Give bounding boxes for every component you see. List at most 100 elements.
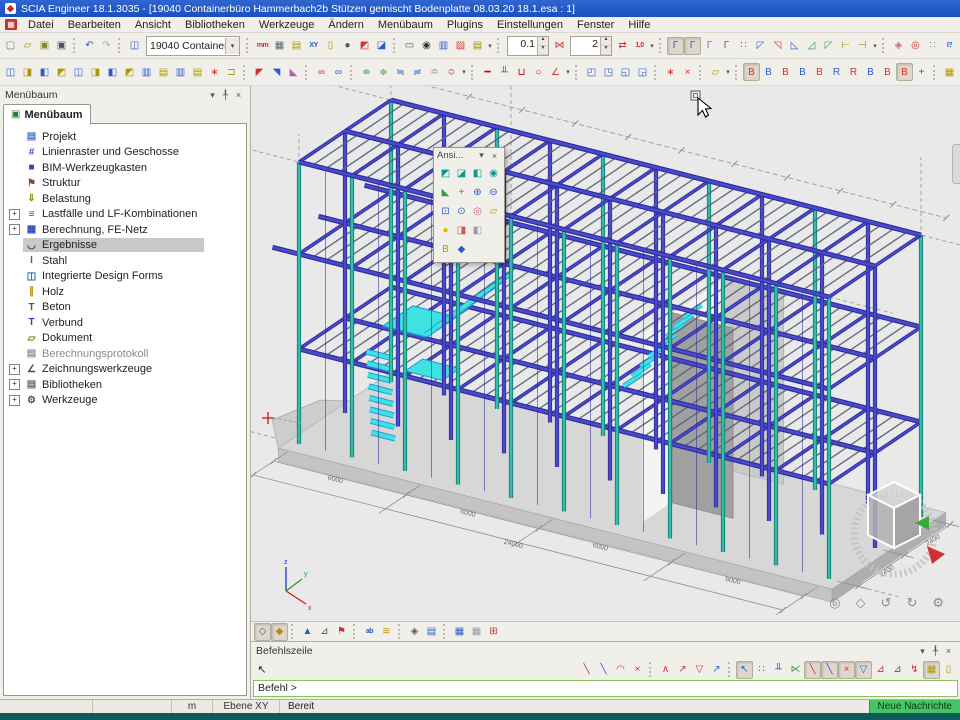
nav-cube-views-icon[interactable]: ◇: [856, 595, 866, 611]
labels-flag-icon[interactable]: ⚑: [333, 623, 350, 641]
snap-vector-icon[interactable]: ↗: [708, 661, 725, 679]
tree-verbund[interactable]: TVerbund: [4, 315, 246, 331]
member-column-1-icon[interactable]: ◫: [2, 63, 19, 81]
member-recognizer-3-icon[interactable]: ◺: [786, 37, 803, 55]
tree-stahl[interactable]: IStahl: [4, 253, 246, 269]
zoom-out-icon[interactable]: ⊖: [485, 184, 502, 201]
menu-ansicht[interactable]: Ansicht: [128, 17, 178, 32]
tab-menubaum[interactable]: ▣ Menübaum: [3, 104, 91, 125]
member-beam-3-icon[interactable]: ◧: [104, 63, 121, 81]
cursor-snap-settings-icon[interactable]: ↖: [736, 661, 753, 679]
group-tool-5-icon[interactable]: ≏: [426, 63, 443, 81]
render-doc-1-icon[interactable]: ▦: [941, 63, 958, 81]
screenshot-icon[interactable]: ◉: [418, 37, 435, 55]
rib-tool-10-icon[interactable]: Β: [896, 63, 913, 81]
open-view-icon[interactable]: ▱: [485, 203, 502, 220]
menu-werkzeuge[interactable]: Werkzeuge: [252, 17, 321, 32]
tree-expander-icon[interactable]: +: [9, 364, 20, 375]
section-info-icon[interactable]: I?: [941, 37, 958, 55]
undo-icon[interactable]: ↶: [81, 37, 98, 55]
tree-linienraster[interactable]: #Linienraster und Geschosse: [4, 145, 246, 161]
snap-angle-icon[interactable]: ∧: [657, 661, 674, 679]
tree-struktur[interactable]: ⚑Struktur: [4, 176, 246, 192]
snap-tangent-icon[interactable]: ↗: [674, 661, 691, 679]
tree-ergebnisse[interactable]: ◡Ergebnisse: [4, 238, 246, 254]
document-preview-icon[interactable]: ▥: [435, 37, 452, 55]
walk-mode-icon[interactable]: +: [453, 184, 470, 201]
toolbar-dropdown-icon[interactable]: ▾: [871, 42, 879, 50]
clipboard-icon[interactable]: ▯: [322, 37, 339, 55]
rib-tool-1-icon[interactable]: Β: [743, 63, 760, 81]
view-front-icon[interactable]: ◪: [453, 165, 470, 182]
beam-profile-icon[interactable]: ⊐: [223, 63, 240, 81]
dimension-labels-icon[interactable]: ab: [361, 623, 378, 641]
hinge-tool-icon[interactable]: ⊔: [513, 63, 530, 81]
member-plate-4-icon[interactable]: ▤: [189, 63, 206, 81]
member-column-4-icon[interactable]: ◩: [53, 63, 70, 81]
spin-down-icon[interactable]: ▼: [538, 46, 548, 55]
member-plate-2-icon[interactable]: ▤: [155, 63, 172, 81]
zoom-in-icon[interactable]: ⊕: [469, 184, 486, 201]
table-input-icon[interactable]: ◪: [373, 37, 390, 55]
clip-box-off-icon[interactable]: ◧: [469, 222, 486, 239]
surface-paint-icon[interactable]: ≋: [378, 623, 395, 641]
coord-info-icon[interactable]: XY: [305, 37, 322, 55]
tree-holz[interactable]: ∥Holz: [4, 284, 246, 300]
cmd-pin-icon[interactable]: ╀: [929, 646, 942, 657]
folder-export-icon[interactable]: ▱: [707, 63, 724, 81]
wall-corner-2-icon[interactable]: Γ: [684, 37, 701, 55]
copy-add-3-icon[interactable]: ◱: [617, 63, 634, 81]
member-recognizer-4-icon[interactable]: ◿: [803, 37, 820, 55]
rendered-mode-icon[interactable]: ◆: [271, 623, 288, 641]
menu-datei[interactable]: Datei: [21, 17, 61, 32]
project-manager-icon[interactable]: ◫: [126, 37, 143, 55]
light-toggle-icon[interactable]: ●: [437, 222, 454, 239]
calculator-icon[interactable]: ▤: [288, 37, 305, 55]
wall-dots-icon[interactable]: ∷: [735, 37, 752, 55]
solid-mode-icon[interactable]: ◇: [254, 623, 271, 641]
member-plate-1-icon[interactable]: ▥: [138, 63, 155, 81]
menu-ndern[interactable]: Ändern: [321, 17, 370, 32]
cut-tool-icon[interactable]: ×: [679, 63, 696, 81]
view-panel-menu-icon[interactable]: ▾: [475, 150, 488, 161]
nav-settings-icon[interactable]: ⚙: [932, 595, 944, 611]
tree-bim-werkzeugkasten[interactable]: ■BIM-Werkzeugkasten: [4, 160, 246, 176]
units-toggle-icon[interactable]: mm: [254, 37, 271, 55]
ortho-mode-1-icon[interactable]: ⊿: [872, 661, 889, 679]
panel-menu-icon[interactable]: ▾: [206, 90, 219, 101]
connect-members-2-icon[interactable]: ◥: [268, 63, 285, 81]
plane-cell[interactable]: Ebene XY: [213, 700, 280, 713]
tree-expander-icon[interactable]: +: [9, 224, 20, 235]
menu-hilfe[interactable]: Hilfe: [621, 17, 657, 32]
project-selector[interactable]: 19040 Containerbü▾: [146, 36, 240, 56]
view-top-icon[interactable]: ◩: [437, 165, 454, 182]
render-window-1-icon[interactable]: ▦: [451, 623, 468, 641]
dialog-windows-icon[interactable]: ◩: [356, 37, 373, 55]
tree-expander-icon[interactable]: +: [9, 379, 20, 390]
collapsed-panel-handle[interactable]: [952, 144, 960, 184]
checker-axo-icon[interactable]: ◈: [406, 623, 423, 641]
mdi-child-icon[interactable]: ▦: [5, 19, 17, 30]
copy-add-2-icon[interactable]: ◳: [600, 63, 617, 81]
unit-cell[interactable]: m: [172, 700, 213, 713]
tree-berechnung-fe-netz[interactable]: +▦Berechnung, FE-Netz: [4, 222, 246, 238]
snap-endpoint-icon[interactable]: ╲: [578, 661, 595, 679]
snap-intersection-icon[interactable]: ×: [629, 661, 646, 679]
wall-corner-3-icon[interactable]: Γ: [701, 37, 718, 55]
rib-tool-5-icon[interactable]: Β: [811, 63, 828, 81]
clip-box-on-icon[interactable]: ◨: [453, 222, 470, 239]
rib-tool-2-icon[interactable]: Β: [760, 63, 777, 81]
3d-model-scene[interactable]: 60006000600060002400024002400zxy: [251, 86, 960, 621]
zoom-selection-icon[interactable]: ◎: [469, 203, 486, 220]
cmd-menu-icon[interactable]: ▾: [916, 646, 929, 657]
combo-dropdown-icon[interactable]: ▾: [225, 38, 239, 54]
nav-zoom-icon[interactable]: ◎: [829, 595, 840, 611]
zoom-window-icon[interactable]: ⊡: [437, 203, 454, 220]
rib-tool-3-icon[interactable]: Β: [777, 63, 794, 81]
tree-expander-icon[interactable]: +: [9, 209, 20, 220]
fe-mesh-ball-icon[interactable]: ●: [339, 37, 356, 55]
command-input[interactable]: Befehl >: [253, 680, 958, 697]
pointer-mode-icon[interactable]: ↖: [254, 663, 270, 676]
member-recognizer-2-icon[interactable]: ◹: [769, 37, 786, 55]
tree-berechnungsprotokoll[interactable]: ▤Berechnungsprotokoll: [4, 346, 246, 362]
